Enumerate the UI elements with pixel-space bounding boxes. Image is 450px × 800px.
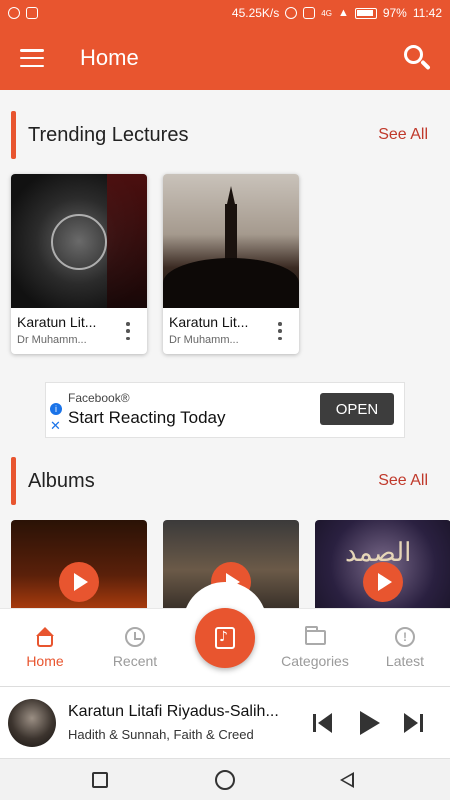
battery-icon [354, 7, 377, 19]
now-playing-artwork[interactable] [8, 699, 56, 747]
system-navigation-bar [0, 758, 450, 800]
albums-section-header: Albums See All [0, 456, 450, 506]
history-icon [125, 627, 145, 647]
album-play-button[interactable] [363, 562, 403, 602]
lecture-author: Dr Muhamm... [17, 334, 87, 346]
mini-player[interactable]: Karatun Litafi Riyadus-Salih... Hadith &… [0, 686, 450, 758]
album-card[interactable] [11, 520, 147, 610]
ad-close-icon[interactable]: ✕ [50, 419, 61, 433]
badge-icon: ! [395, 627, 415, 647]
ad-banner[interactable]: i ✕ Facebook® Start Reacting Today OPEN [45, 382, 405, 438]
lecture-title: Karatun Lit... [169, 314, 249, 330]
albums-see-all-link[interactable]: See All [378, 472, 428, 490]
nav-label: Categories [281, 653, 349, 669]
skip-next-icon[interactable] [400, 709, 428, 737]
albums-title: Albums [28, 469, 95, 492]
more-options-icon[interactable] [125, 322, 131, 340]
now-playing-categories: Hadith & Sunnah, Faith & Creed [68, 727, 254, 742]
trending-title: Trending Lectures [28, 123, 189, 146]
section-accent-bar [11, 457, 16, 505]
folder-icon [305, 626, 326, 647]
status-bar: 45.25K/s 4G ▲ 97% 11:42 [0, 0, 450, 26]
vibrate-icon [303, 7, 316, 19]
home-icon [35, 627, 55, 647]
screenshot-icon [26, 7, 38, 19]
nav-item-recent[interactable]: Recent [90, 609, 180, 687]
more-options-icon[interactable] [277, 322, 283, 340]
battery-level: 97% [382, 6, 407, 20]
clock-time: 11:42 [412, 6, 442, 20]
music-library-button[interactable] [195, 608, 255, 668]
album-play-button[interactable] [59, 562, 99, 602]
trending-card[interactable]: Karatun Lit... Dr Muhamm... [11, 174, 147, 354]
lecture-title: Karatun Lit... [17, 314, 97, 330]
nav-item-home[interactable]: Home [0, 609, 90, 687]
nav-label: Latest [385, 653, 425, 669]
play-icon[interactable] [354, 709, 382, 737]
ad-headline: Start Reacting Today [68, 408, 226, 427]
nav-label: Recent [112, 653, 158, 669]
nav-item-categories[interactable]: Categories [270, 609, 360, 687]
ad-open-button[interactable]: OPEN [320, 393, 394, 425]
trending-section-header: Trending Lectures See All [0, 110, 450, 160]
trending-card[interactable]: Karatun Lit... Dr Muhamm... [163, 174, 299, 354]
ad-info-icon[interactable]: i [50, 403, 62, 415]
lecture-author: Dr Muhamm... [169, 334, 239, 346]
album-card[interactable]: الصمد [315, 520, 450, 610]
lecture-thumbnail [11, 174, 147, 308]
ad-source: Facebook® [68, 391, 130, 405]
whatsapp-icon [8, 7, 20, 19]
now-playing-title: Karatun Litafi Riyadus-Salih... [68, 703, 279, 720]
search-icon[interactable] [402, 43, 432, 73]
page-title: Home [80, 45, 139, 70]
nav-label: Home [26, 653, 64, 669]
trending-see-all-link[interactable]: See All [378, 126, 428, 144]
hamburger-menu-icon[interactable] [20, 49, 44, 67]
back-icon[interactable] [338, 770, 358, 790]
nav-item-latest[interactable]: ! Latest [360, 609, 450, 687]
skip-previous-icon[interactable] [310, 709, 338, 737]
lecture-thumbnail [163, 174, 299, 308]
network-speed: 45.25K/s [231, 6, 280, 20]
signal-icon: ▲ [337, 7, 349, 19]
music-library-icon [215, 627, 235, 649]
app-bar: Home [0, 26, 450, 90]
home-button-icon[interactable] [215, 770, 235, 790]
recent-apps-icon[interactable] [92, 772, 108, 788]
network-type: 4G [321, 8, 332, 18]
main-content[interactable]: Trending Lectures See All Karatun Lit...… [0, 90, 450, 610]
alarm-icon [285, 7, 298, 19]
section-accent-bar [11, 111, 16, 159]
